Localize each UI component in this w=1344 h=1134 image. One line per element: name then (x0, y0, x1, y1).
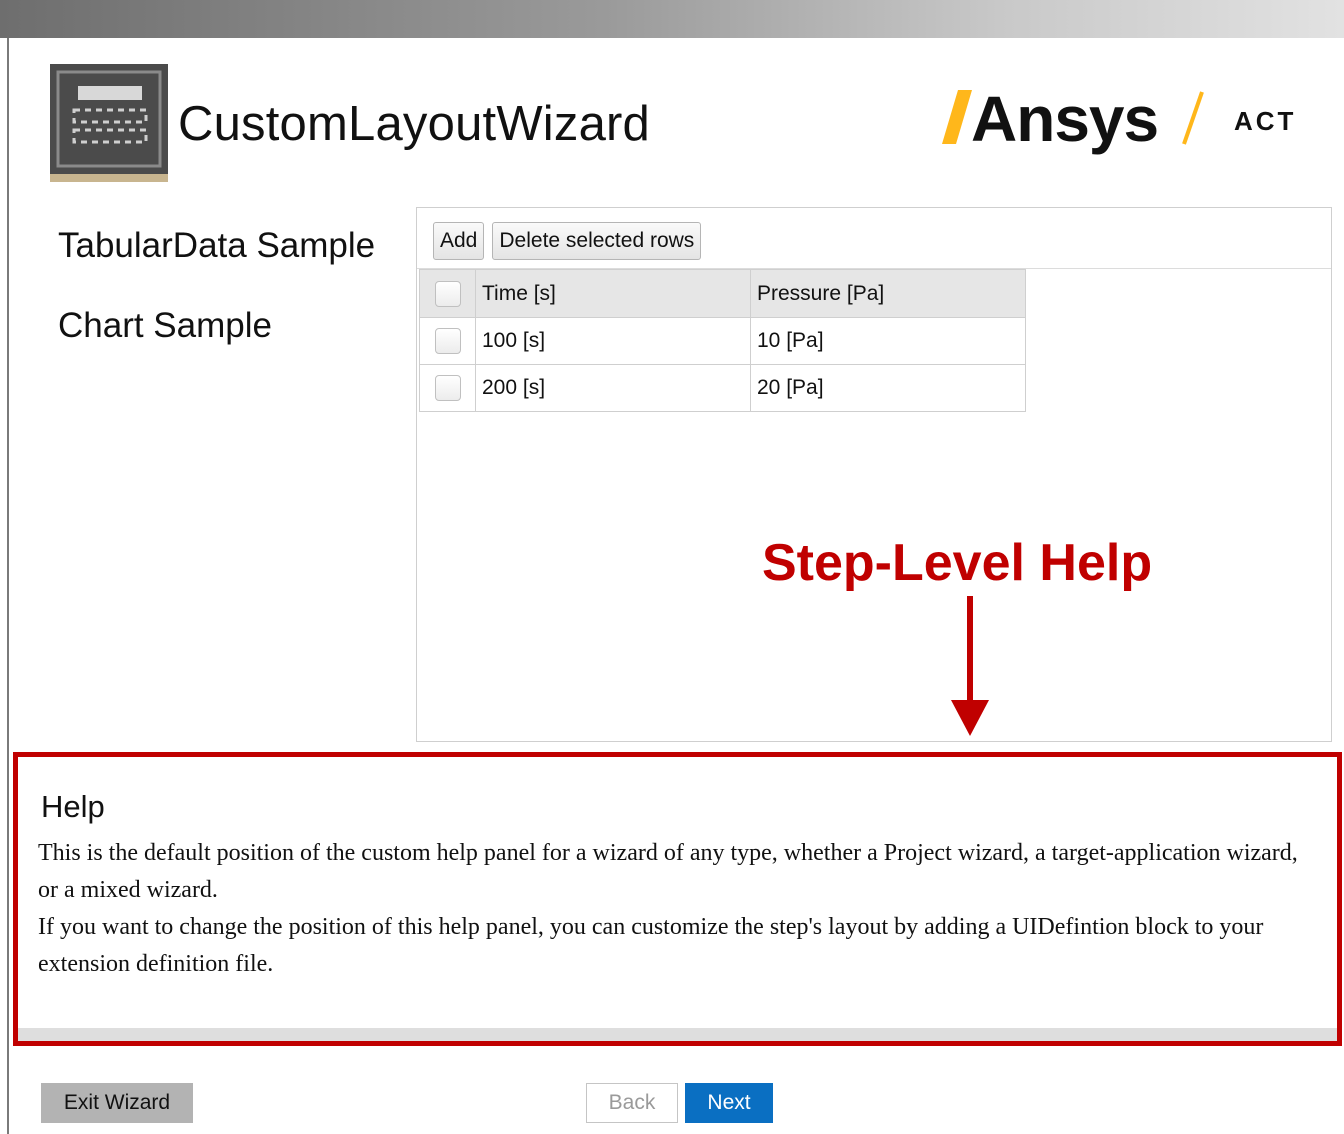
calculator-icon (50, 64, 168, 182)
window-border (7, 38, 9, 1134)
step-navigation: TabularData Sample Chart Sample (58, 226, 375, 386)
help-panel: Help This is the default position of the… (13, 752, 1342, 1046)
help-paragraph: This is the default position of the cust… (38, 840, 1298, 903)
row-select-cell (419, 317, 476, 365)
help-text: This is the default position of the cust… (38, 835, 1318, 983)
select-all-checkbox[interactable] (434, 280, 461, 307)
app-title: CustomLayoutWizard (178, 97, 650, 151)
help-title: Help (41, 789, 105, 824)
step-content-panel: Add Delete selected rows Time [s] Pressu… (416, 207, 1332, 742)
brand-product: ACT (1234, 106, 1297, 136)
brand-name: Ansys (971, 83, 1159, 155)
delete-selected-rows-button[interactable]: Delete selected rows (492, 222, 702, 260)
pressure-cell[interactable]: 20 [Pa] (750, 364, 1026, 412)
column-header-time[interactable]: Time [s] (475, 269, 751, 318)
window-title-bar (0, 0, 1344, 38)
pressure-cell[interactable]: 10 [Pa] (750, 317, 1026, 365)
next-button[interactable]: Next (685, 1083, 773, 1123)
column-header-pressure[interactable]: Pressure [Pa] (750, 269, 1026, 318)
time-cell[interactable]: 100 [s] (475, 317, 751, 365)
step-tabulardata-sample[interactable]: TabularData Sample (58, 226, 375, 266)
exit-wizard-button[interactable]: Exit Wizard (41, 1083, 193, 1123)
time-cell[interactable]: 200 [s] (475, 364, 751, 412)
row-select-cell (419, 364, 476, 412)
table-row: 100 [s] 10 [Pa] (419, 317, 1026, 365)
arrow-down-icon (951, 596, 989, 736)
row-checkbox[interactable] (434, 375, 461, 401)
table-header-row: Time [s] Pressure [Pa] (419, 269, 1026, 318)
table-toolbar: Add Delete selected rows (433, 222, 702, 262)
back-button[interactable]: Back (586, 1083, 678, 1123)
select-all-cell (419, 269, 476, 318)
brand-divider-icon (1182, 91, 1204, 145)
step-level-help-annotation: Step-Level Help (762, 534, 1153, 592)
table-row: 200 [s] 20 [Pa] (419, 364, 1026, 412)
tabular-data-table: Time [s] Pressure [Pa] 100 [s] 10 [Pa] 2… (419, 269, 1026, 412)
row-checkbox[interactable] (434, 328, 461, 354)
ansys-slash-icon (942, 90, 972, 144)
add-row-button[interactable]: Add (433, 222, 485, 260)
help-paragraph: If you want to change the position of th… (38, 914, 1264, 977)
step-chart-sample[interactable]: Chart Sample (58, 306, 375, 346)
help-scrollbar[interactable] (18, 1028, 1337, 1041)
